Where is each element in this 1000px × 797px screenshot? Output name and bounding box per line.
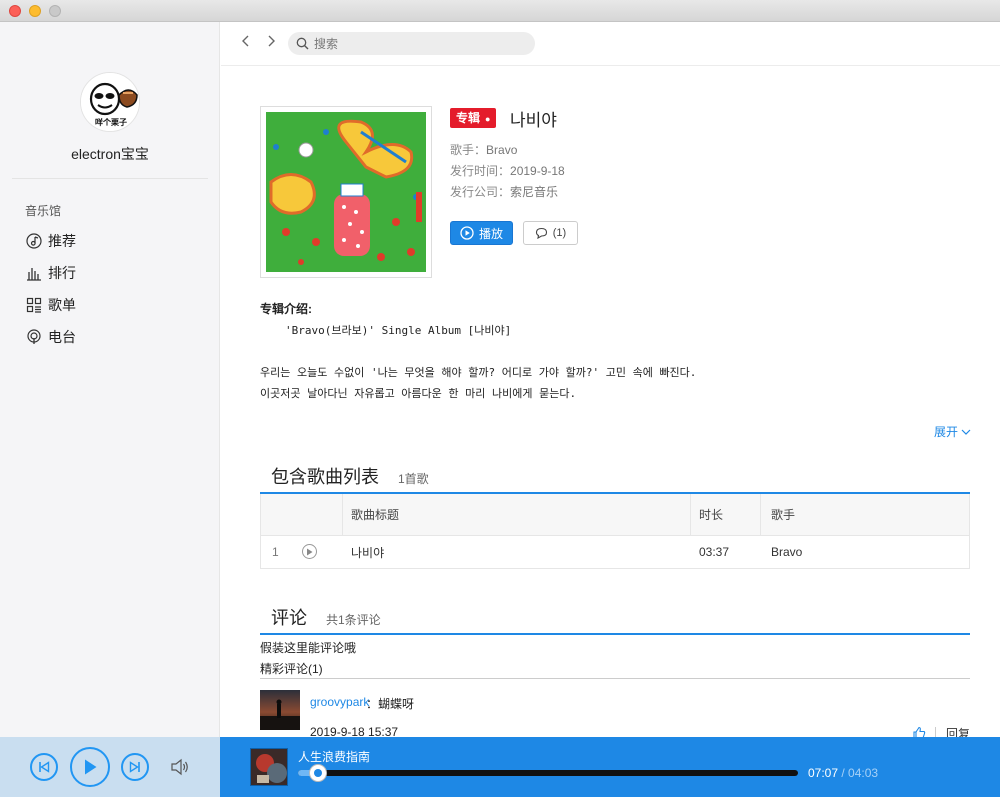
avatar-chestnut-image: 咩个栗子	[81, 73, 139, 131]
window-titlebar	[0, 0, 1000, 22]
now-playing-cover[interactable]	[250, 748, 288, 786]
comment-avatar[interactable]	[260, 690, 300, 730]
column-header-title: 歌曲标题	[343, 494, 691, 535]
skip-next-icon	[129, 761, 140, 773]
next-button[interactable]	[121, 753, 149, 781]
song-artist[interactable]: Bravo	[761, 536, 969, 568]
comments-rule	[260, 633, 970, 635]
song-index: 1	[272, 545, 279, 559]
search-icon	[296, 37, 309, 50]
window-maximize-button[interactable]	[49, 5, 61, 17]
album-artist: 歌手：Bravo	[450, 143, 518, 157]
sidebar-section-label: 音乐馆	[25, 204, 62, 218]
album-title: 나비야	[510, 111, 557, 130]
play-album-label: 播放	[478, 226, 503, 241]
playback-time: 07:07 / 04:03	[808, 766, 879, 780]
chevron-left-icon	[242, 35, 249, 47]
album-cover	[260, 106, 432, 278]
bar-chart-icon	[25, 264, 43, 282]
radio-icon	[25, 328, 43, 346]
expand-button[interactable]: 展开	[934, 423, 971, 440]
search-box	[288, 32, 535, 55]
song-title[interactable]: 나비야	[343, 536, 691, 568]
sidebar-item-label: 推荐	[48, 233, 76, 249]
volume-button[interactable]	[170, 758, 190, 781]
volume-icon	[171, 758, 188, 776]
username: electron宝宝	[71, 146, 149, 162]
sidebar-item-recommend[interactable]: 推荐	[25, 231, 76, 251]
skip-previous-icon	[39, 761, 50, 773]
sidebar-item-label: 排行	[48, 265, 76, 281]
progress-handle[interactable]	[310, 765, 326, 781]
album-description-line: 우리는 오늘도 수없이 '나는 무엇을 해야 할까? 어디로 가야 할까?' 고…	[260, 366, 697, 379]
sidebar-divider	[12, 178, 208, 179]
song-duration: 03:37	[699, 545, 730, 559]
album-company: 发行公司：索尼音乐	[450, 185, 559, 199]
comment-icon	[535, 227, 547, 239]
album-intro-heading: 专辑介绍:	[260, 302, 312, 316]
album-description-line: 이곳저곳 날아다닌 자유롭고 아름다운 한 마리 나비에게 묻는다.	[260, 387, 577, 400]
play-album-button[interactable]: 播放	[450, 221, 513, 245]
grid-icon	[25, 296, 43, 314]
total-time: 04:03	[848, 766, 879, 780]
album-artist-link[interactable]: Bravo	[486, 143, 517, 157]
column-header-duration: 时长	[691, 494, 761, 535]
now-playing-bar: 人生浪费指南 07:07 / 04:03	[220, 737, 1000, 797]
album-tag: 专辑 ●	[450, 108, 497, 128]
window-minimize-button[interactable]	[29, 5, 41, 17]
sidebar-item-chart[interactable]: 排行	[25, 263, 76, 283]
play-icon	[307, 548, 313, 555]
sidebar: 咩个栗子 electron宝宝 音乐馆 推荐 排行 歌单 电台	[0, 22, 220, 737]
expand-label: 展开	[934, 425, 959, 439]
comment-button[interactable]: (1)	[523, 221, 578, 245]
comment-count: (1)	[552, 227, 567, 239]
forward-button[interactable]	[266, 34, 280, 50]
sidebar-item-radio[interactable]: 电台	[25, 327, 76, 347]
play-pause-button[interactable]	[70, 747, 110, 787]
chevron-right-icon	[268, 35, 275, 47]
sidebar-item-label: 歌单	[48, 297, 76, 313]
album-intro-line: 'Bravo(브라보)' Single Album [나비야]	[285, 324, 512, 337]
table-row[interactable]: 1 나비야 03:37 Bravo	[261, 536, 969, 568]
comments-count: 共1条评论	[326, 613, 381, 627]
avatar[interactable]: 咩个栗子	[80, 72, 140, 132]
play-circle-icon	[460, 226, 474, 240]
hot-comments-heading: 精彩评论(1)	[260, 662, 323, 676]
song-play-button[interactable]	[302, 544, 317, 559]
comments-title: 评论	[271, 608, 307, 628]
column-header-artist: 歌手	[771, 508, 796, 522]
sidebar-item-label: 电台	[48, 329, 76, 345]
song-table: 歌曲标题 时长 歌手 1 나비야 03:37 Bravo	[260, 494, 970, 569]
song-count: 1首歌	[398, 472, 429, 486]
album-release-date: 发行时间：2019-9-18	[450, 164, 565, 178]
album-cover-art	[266, 112, 426, 272]
top-bar	[221, 22, 1000, 66]
comments-divider	[260, 678, 970, 679]
back-button[interactable]	[241, 34, 255, 50]
comment-avatar-image	[260, 690, 300, 730]
window-close-button[interactable]	[9, 5, 21, 17]
now-playing-cover-art	[251, 749, 287, 785]
previous-button[interactable]	[30, 753, 58, 781]
search-input[interactable]	[314, 36, 524, 51]
sidebar-item-playlist[interactable]: 歌单	[25, 295, 76, 315]
song-list-title: 包含歌曲列表	[271, 467, 379, 487]
player-controls	[0, 737, 220, 797]
song-table-header: 歌曲标题 时长 歌手	[261, 494, 969, 536]
current-time: 07:07	[808, 766, 839, 780]
comment-text: ：蝴蝶呀	[366, 697, 415, 711]
music-note-icon	[25, 232, 43, 250]
comment-input-placeholder[interactable]: 假装这里能评论哦	[260, 639, 356, 656]
comment-username[interactable]: groovypark	[310, 695, 369, 709]
chevron-down-icon	[961, 429, 971, 435]
progress-track[interactable]	[298, 765, 798, 781]
play-icon	[85, 759, 97, 775]
now-playing-title: 人生浪费指南	[298, 750, 371, 764]
svg-text:咩个栗子: 咩个栗子	[95, 117, 127, 127]
